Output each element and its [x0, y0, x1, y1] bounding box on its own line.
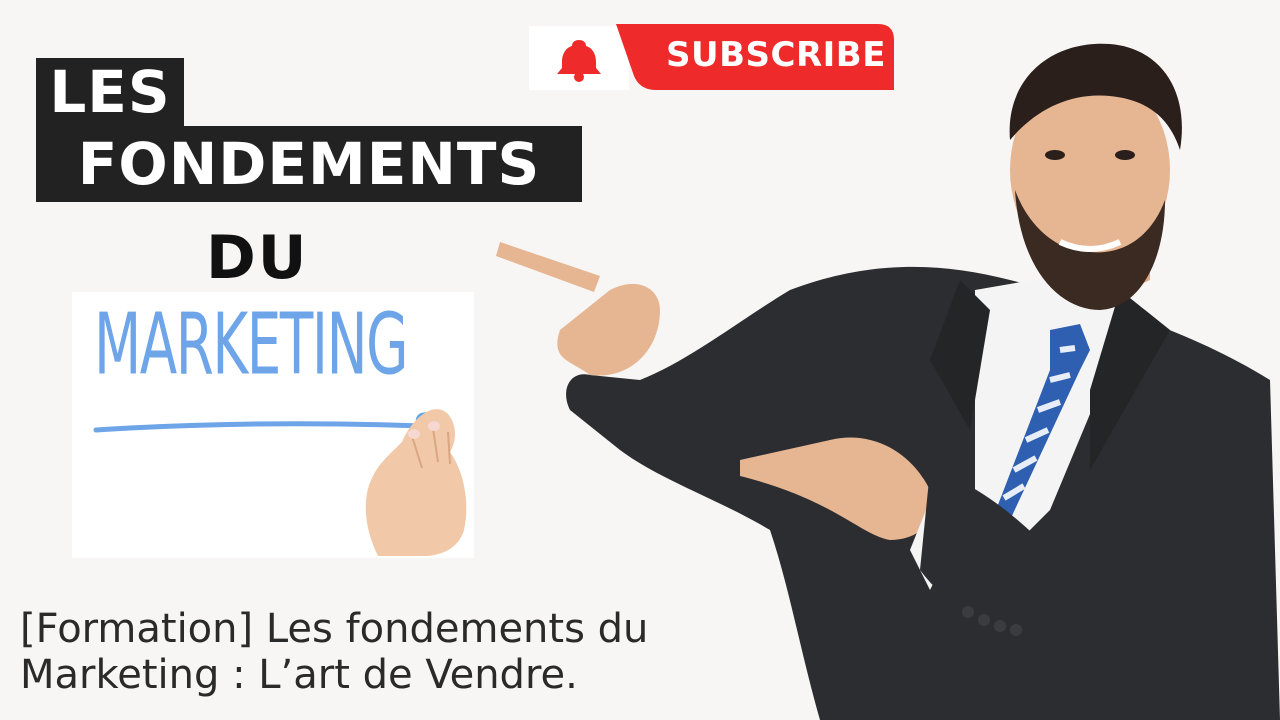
video-caption: [Formation] Les fondements du Marketing …: [20, 606, 740, 698]
marketing-illustration: MARKETING: [72, 292, 474, 558]
caption-line-1: [Formation] Les fondements du: [20, 606, 649, 652]
title-line-du: DU: [206, 223, 309, 293]
hand-with-marker-illustration: [93, 409, 467, 556]
caption-line-2: Marketing : L’art de Vendre.: [20, 652, 578, 698]
title-line-les: LES: [36, 58, 184, 126]
